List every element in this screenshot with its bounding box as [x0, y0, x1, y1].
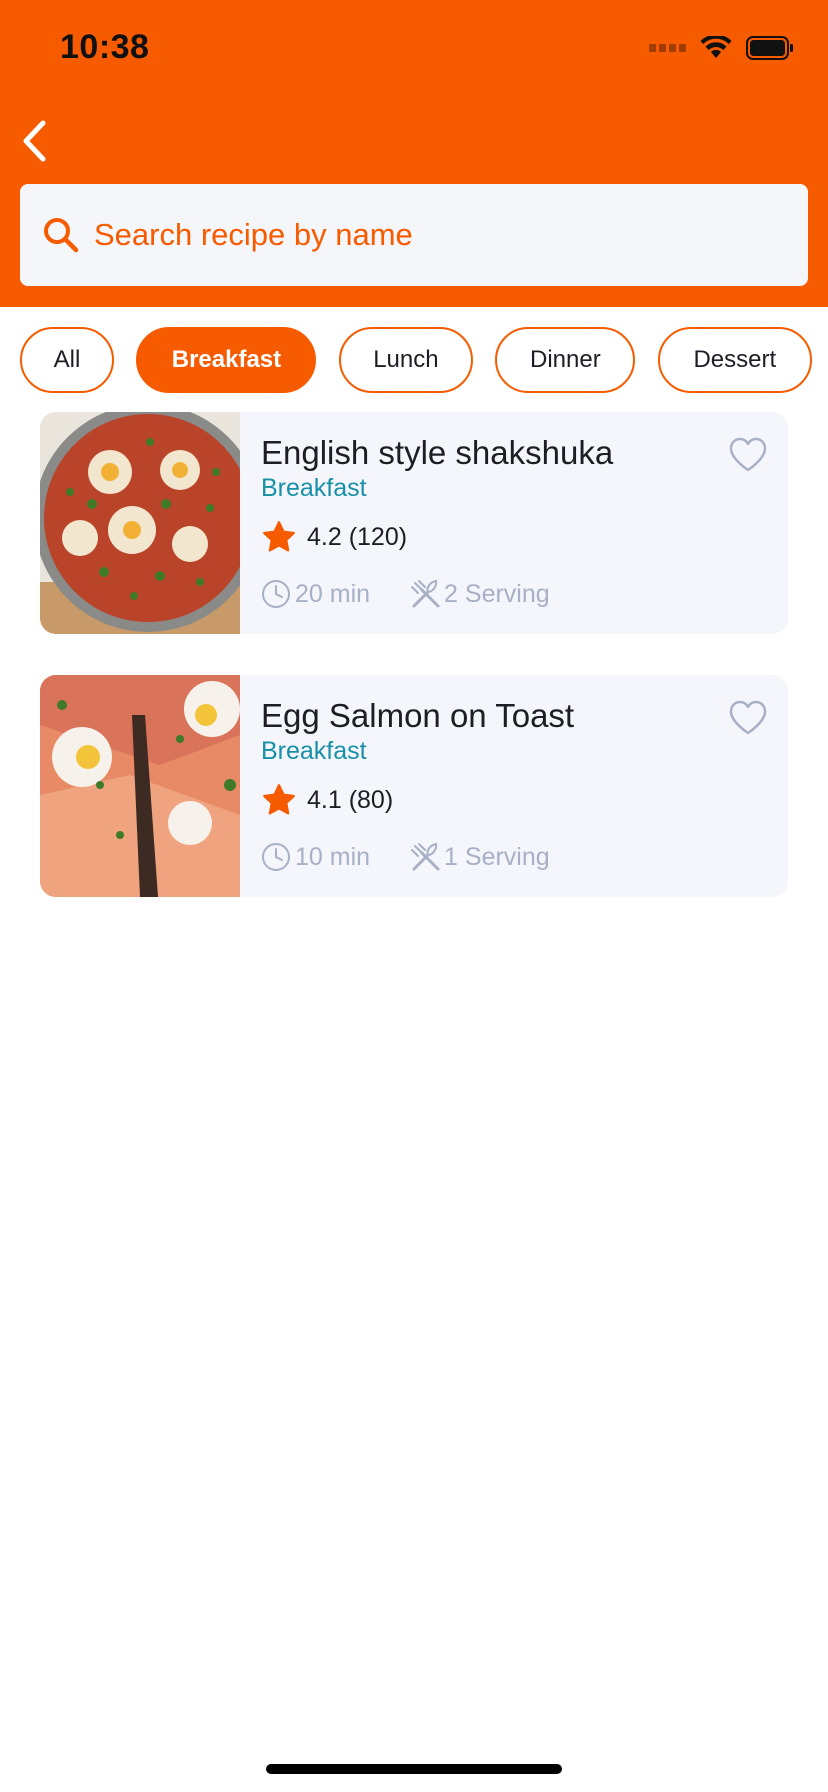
recipe-details: English style shakshuka Breakfast 4.2 (1… [261, 412, 788, 634]
heart-icon[interactable] [728, 699, 768, 737]
home-indicator[interactable] [266, 1764, 562, 1774]
back-button[interactable] [12, 116, 56, 166]
category-filter: All Breakfast Lunch Dinner Dessert [20, 327, 828, 393]
recipe-card[interactable]: Egg Salmon on Toast Breakfast 4.1 (80) 1… [40, 675, 788, 897]
clock-icon [262, 843, 290, 871]
recipe-title: English style shakshuka [261, 434, 614, 471]
search-input[interactable] [94, 217, 774, 253]
rating-value: 4.1 (80) [307, 785, 394, 814]
recipe-meta: 10 min 1 Serving [261, 841, 550, 873]
recipe-rating: 4.1 (80) [261, 783, 393, 817]
serving-size: 2 Serving [444, 579, 550, 608]
cook-time: 10 min [295, 842, 371, 871]
category-chip-all[interactable]: All [20, 327, 114, 393]
recipe-image [40, 675, 240, 897]
cook-time: 20 min [295, 579, 371, 608]
search-bar[interactable] [20, 184, 808, 286]
recipe-category: Breakfast [261, 474, 367, 502]
category-chip-lunch[interactable]: Lunch [338, 327, 473, 393]
category-chip-dessert[interactable]: Dessert [657, 327, 812, 393]
utensils-icon [411, 579, 440, 608]
recipe-rating: 4.2 (120) [261, 520, 407, 554]
star-icon [263, 784, 295, 815]
serving-size: 1 Serving [444, 842, 550, 871]
recipe-image [40, 412, 240, 634]
battery-icon [746, 36, 793, 60]
wifi-icon [700, 36, 732, 58]
heart-icon[interactable] [728, 436, 768, 474]
recipe-title: Egg Salmon on Toast [261, 697, 575, 734]
star-icon [263, 521, 295, 552]
back-icon [23, 120, 46, 162]
recipe-card[interactable]: English style shakshuka Breakfast 4.2 (1… [40, 412, 788, 634]
recipe-category: Breakfast [261, 737, 367, 765]
rating-value: 4.2 (120) [307, 522, 408, 551]
search-icon [44, 218, 79, 253]
clock-icon [262, 580, 290, 608]
category-chip-dinner[interactable]: Dinner [495, 327, 636, 393]
utensils-icon [411, 842, 440, 871]
recipe-meta: 20 min 2 Serving [261, 578, 550, 610]
header: 10:38 [0, 0, 828, 307]
status-time: 10:38 [60, 28, 150, 66]
signal-icon [649, 44, 686, 52]
status-icons [649, 36, 794, 60]
recipe-details: Egg Salmon on Toast Breakfast 4.1 (80) 1… [261, 675, 788, 897]
category-chip-breakfast[interactable]: Breakfast [136, 327, 317, 393]
